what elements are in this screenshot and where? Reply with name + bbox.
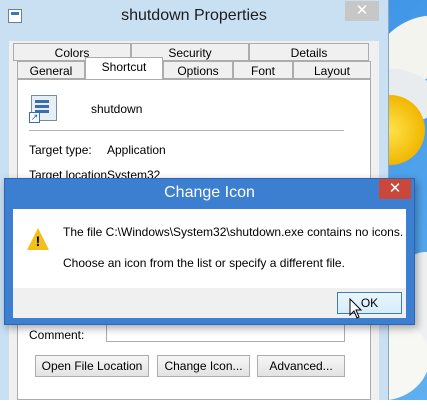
open-file-location-button[interactable]: Open File Location [35, 355, 149, 377]
target-type-label: Target type: [29, 143, 92, 157]
properties-title: shutdown Properties [121, 7, 267, 24]
dialog-content: ! The file C:\Windows\System32\shutdown.… [13, 209, 406, 288]
divider [29, 130, 344, 131]
mouse-pointer-icon [349, 298, 363, 319]
comment-label: Comment: [29, 328, 85, 342]
dialog-footer: OK [13, 288, 406, 318]
dialog-message-line1: The file C:\Windows\System32\shutdown.ex… [63, 225, 404, 239]
shortcut-name: shutdown [91, 102, 143, 116]
tab-details[interactable]: Details [249, 43, 369, 61]
tab-general[interactable]: General [17, 61, 85, 79]
comment-field[interactable] [106, 322, 345, 342]
tab-layout[interactable]: Layout [293, 61, 371, 79]
dialog-message-line2: Choose an icon from the list or specify … [63, 256, 345, 270]
dialog-title[interactable]: Change Icon [5, 184, 414, 202]
advanced-button[interactable]: Advanced... [257, 355, 345, 377]
tab-shortcut[interactable]: Shortcut [85, 57, 163, 79]
change-icon-button[interactable]: Change Icon... [157, 355, 250, 377]
tab-font[interactable]: Font [233, 61, 293, 79]
shortcut-arrow-icon: ↗ [29, 112, 40, 123]
properties-close-button[interactable]: ✕ [345, 1, 379, 21]
target-type-value: Application [107, 143, 166, 157]
ok-button[interactable]: OK [337, 292, 402, 314]
tab-options[interactable]: Options [163, 61, 233, 79]
dialog-close-button[interactable]: ✕ [379, 179, 411, 199]
application-icon: ↗ [29, 95, 57, 123]
warning-exclamation: ! [35, 233, 41, 249]
properties-titlebar[interactable]: shutdown Properties ✕ [0, 0, 388, 32]
